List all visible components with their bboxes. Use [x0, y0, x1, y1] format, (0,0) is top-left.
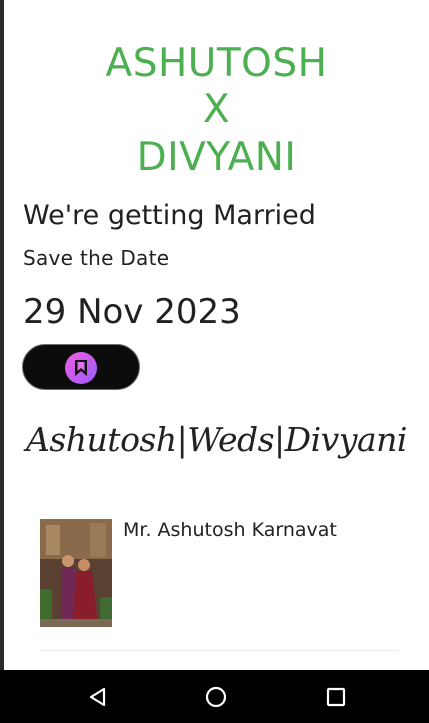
- app-screen: ASHUTOSH X DIVYANI We're getting Married…: [4, 0, 429, 670]
- event-date: 29 Nov 2023: [23, 292, 241, 332]
- couple-photo: [40, 519, 112, 627]
- page-heading: We're getting Married: [23, 200, 316, 231]
- couple-name-groom: ASHUTOSH: [105, 41, 328, 86]
- groom-name: Mr. Ashutosh Karnavat: [123, 519, 337, 541]
- section-divider: [40, 650, 398, 651]
- android-navigation-bar: [0, 670, 429, 723]
- wedding-banner-text: Ashutosh|Weds|Divyani: [26, 420, 407, 459]
- bookmark-icon: [65, 352, 97, 384]
- home-circle-icon[interactable]: [186, 670, 246, 723]
- save-the-date-label: Save the Date: [23, 246, 170, 270]
- couple-name-separator: X: [202, 87, 231, 132]
- back-triangle-icon[interactable]: [68, 670, 128, 723]
- save-date-button[interactable]: [22, 344, 140, 390]
- couple-name-bride: DIVYANI: [136, 135, 297, 180]
- recents-square-icon[interactable]: [306, 670, 366, 723]
